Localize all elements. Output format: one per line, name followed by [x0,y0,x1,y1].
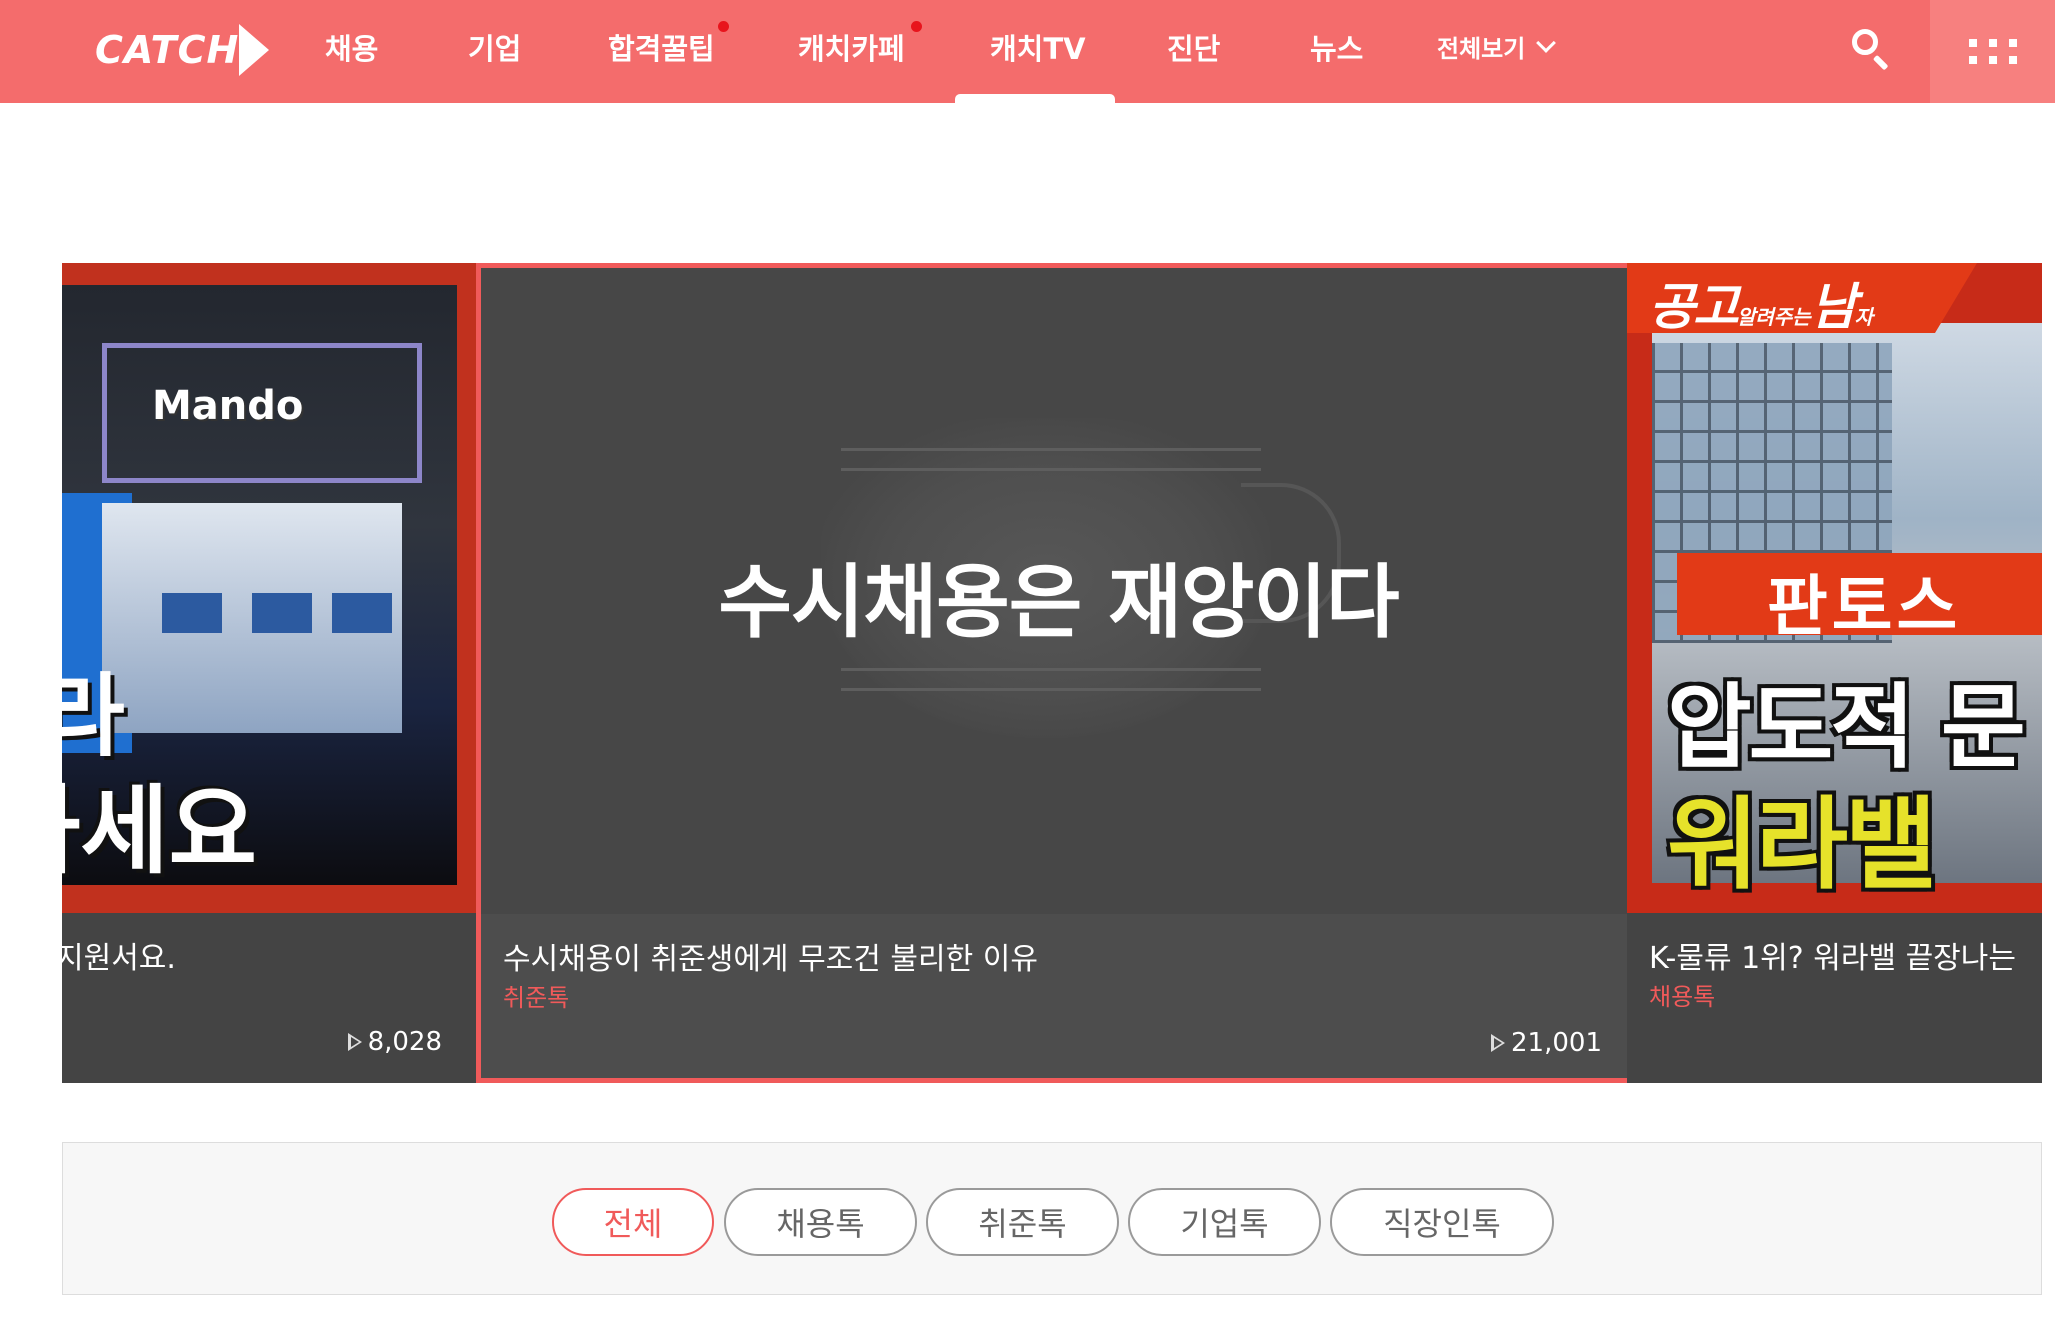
thumbnail-logo-text: Mando [152,383,304,429]
filter-chip-recruit-talk[interactable]: 채용톡 [724,1188,917,1256]
thumbnail-company: 판토스 [1767,568,1962,645]
nav-item-label: 뉴스 [1310,31,1364,66]
thumbnail-caption: 하세요 [62,775,257,887]
filter-chip-all[interactable]: 전체 [552,1188,714,1256]
video-carousel: Mando 라 하세요 지원서요. 8,028 수시채용은 재앙이다 수시채용이… [62,263,2042,1083]
play-icon [347,1033,362,1051]
nav-item-company[interactable]: 기업 [468,0,521,93]
nav-active-indicator [955,94,1115,103]
top-nav-bar: CATCH 채용 기업 합격꿀팁 캐치카페 캐치TV 진단 뉴스 전체보기 [0,0,2055,103]
view-count-value: 8,028 [367,1027,442,1057]
video-title[interactable]: 지원서요. [62,933,176,977]
category-filter-bar: 전체 채용톡 취준톡 기업톡 직장인톡 [62,1142,2042,1295]
logo-text: CATCH [95,28,240,72]
nav-item-label: 캐치카페 [798,31,905,66]
chevron-down-icon [1536,32,1557,53]
video-card-info: 지원서요. 8,028 [62,913,476,1083]
video-card-active[interactable]: 수시채용은 재앙이다 수시채용이 취준생에게 무조건 불리한 이유 취준톡 21… [476,263,1641,1083]
thumbnail-caption: 워라밸 [1667,786,1937,903]
view-count-value: 21,001 [1511,1028,1602,1058]
filter-chip-jobseeker-talk[interactable]: 취준톡 [926,1188,1119,1256]
video-thumbnail[interactable]: Mando 라 하세요 [62,263,476,913]
play-icon [1491,1034,1506,1052]
search-icon[interactable] [1850,27,1894,71]
nav-item-cafe[interactable]: 캐치카페 [798,0,905,93]
view-count: 21,001 [1491,1028,1602,1058]
nav-all-menu[interactable]: 전체보기 [1437,0,1557,93]
video-card[interactable]: Mando 라 하세요 지원서요. 8,028 [62,263,476,1083]
thumbnail-headline: 수시채용은 재앙이다 [718,556,1399,649]
thumbnail-banner: 공고알려주는남자 [1649,278,1874,336]
nav-all-label: 전체보기 [1437,35,1526,63]
video-thumbnail[interactable]: 공고알려주는남자 판토스 압도적 문 워라밸 [1627,263,2042,913]
nav-item-label: 채용 [325,31,379,66]
filter-chip-company-talk[interactable]: 기업톡 [1128,1188,1321,1256]
video-thumbnail[interactable]: 수시채용은 재앙이다 [481,268,1636,914]
nav-item-tips[interactable]: 합격꿀팁 [608,0,715,93]
video-card-info: K-물류 1위? 워라밸 끝장나는 채용톡 [1627,913,2042,1083]
filter-chip-worker-talk[interactable]: 직장인톡 [1330,1188,1554,1256]
catch-logo[interactable]: CATCH [95,20,270,80]
view-count: 8,028 [347,1027,442,1057]
grid-menu-icon[interactable] [1930,0,2055,103]
nav-item-diagnosis[interactable]: 진단 [1167,0,1220,93]
nav-item-label: 기업 [468,31,522,66]
nav-item-news[interactable]: 뉴스 [1310,0,1363,93]
video-card-info: 수시채용이 취준생에게 무조건 불리한 이유 취준톡 21,001 [481,914,1636,1078]
video-card[interactable]: 공고알려주는남자 판토스 압도적 문 워라밸 K-물류 1위? 워라밸 끝장나는… [1627,263,2042,1083]
video-category: 취준톡 [503,984,570,1012]
video-category: 채용톡 [1649,983,1716,1011]
nav-item-recruit[interactable]: 채용 [325,0,378,93]
nav-item-label: 진단 [1167,31,1221,66]
nav-item-label: 캐치TV [990,31,1086,66]
video-title[interactable]: 수시채용이 취준생에게 무조건 불리한 이유 [503,934,1038,978]
video-title[interactable]: K-물류 1위? 워라밸 끝장나는 [1649,933,2016,977]
new-dot-icon [911,21,922,32]
logo-arrow-icon [239,24,270,76]
nav-item-label: 합격꿀팁 [608,31,715,66]
nav-item-catchtv[interactable]: 캐치TV [990,0,1086,93]
new-dot-icon [718,21,729,32]
